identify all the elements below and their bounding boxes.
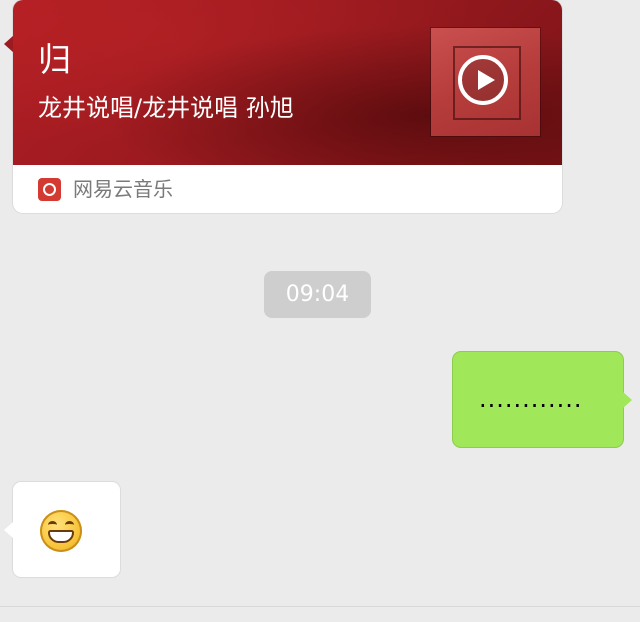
song-artist: 龙井说唱/龙井说唱 孙旭 bbox=[38, 94, 294, 122]
netease-music-icon bbox=[38, 178, 61, 201]
divider bbox=[0, 606, 640, 607]
music-share-card[interactable]: 归 龙井说唱/龙井说唱 孙旭 网易云音乐 bbox=[4, 0, 562, 213]
play-icon[interactable] bbox=[458, 55, 508, 105]
music-source-bar[interactable]: 网易云音乐 bbox=[13, 165, 562, 213]
album-cover[interactable] bbox=[431, 28, 540, 136]
chat-view: 归 龙井说唱/龙井说唱 孙旭 网易云音乐 09:04 ............ bbox=[0, 0, 640, 622]
message-timestamp: 09:04 bbox=[264, 271, 371, 318]
sent-message-text: ............ bbox=[479, 385, 583, 413]
grin-emoji-icon bbox=[40, 510, 82, 552]
bubble-tail bbox=[4, 522, 13, 538]
sent-message-bubble[interactable]: ............ bbox=[453, 352, 632, 447]
bubble-tail bbox=[623, 392, 632, 408]
emoji-mouth bbox=[48, 530, 74, 543]
music-card-header[interactable]: 归 龙井说唱/龙井说唱 孙旭 bbox=[13, 0, 562, 165]
song-title: 归 bbox=[38, 40, 71, 79]
emoji-eye-right bbox=[65, 521, 74, 529]
received-message-bubble[interactable] bbox=[4, 482, 120, 577]
emoji-eye-left bbox=[48, 521, 57, 529]
source-app-label: 网易云音乐 bbox=[73, 177, 173, 201]
